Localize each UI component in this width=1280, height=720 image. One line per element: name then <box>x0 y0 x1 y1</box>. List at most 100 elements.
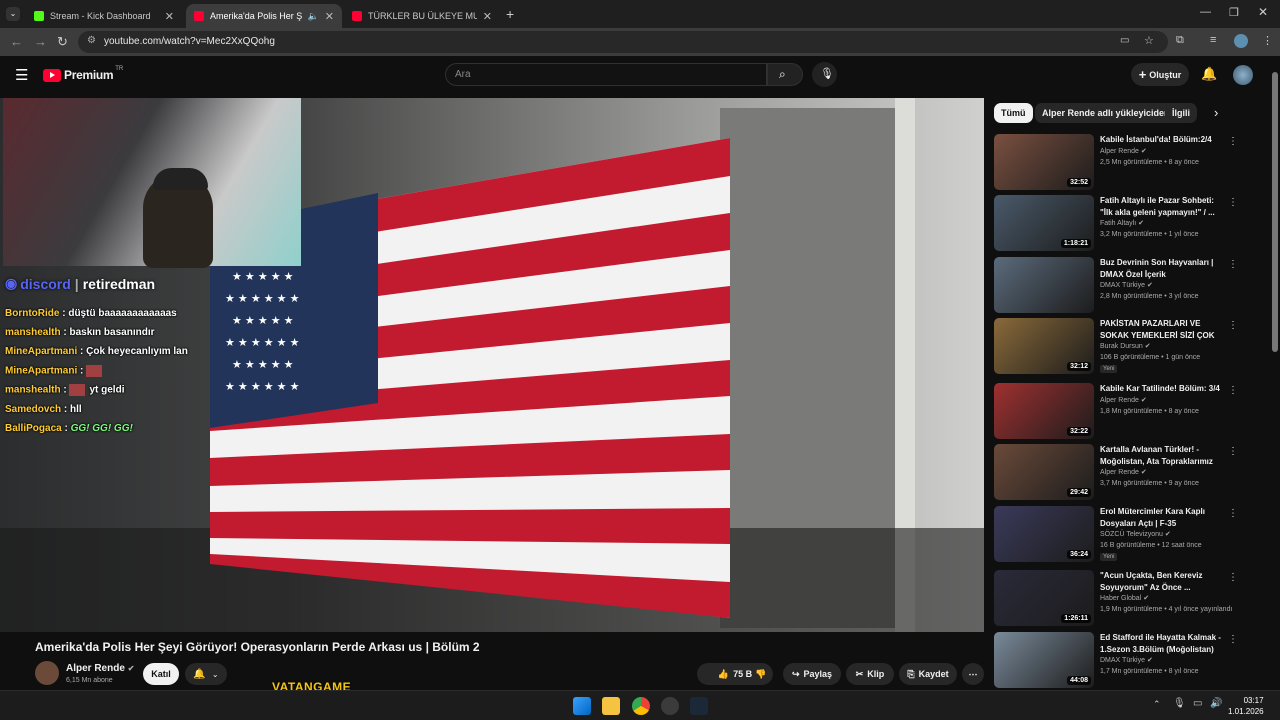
recommended-channel[interactable]: DMAX Türkiye ✔ <box>1100 281 1153 289</box>
tab-kick-dashboard[interactable]: Stream - Kick Dashboard ✕ <box>26 4 182 28</box>
recommended-video-title[interactable]: "Acun Uçakta, Ben Kereviz Soyuyorum" Az … <box>1100 570 1222 594</box>
recommended-channel[interactable]: Alper Rende ✔ <box>1100 468 1147 476</box>
file-explorer-icon[interactable] <box>602 697 620 715</box>
back-icon[interactable]: ← <box>10 34 23 49</box>
join-button[interactable]: Katıl <box>143 663 179 685</box>
profile-avatar[interactable] <box>1234 34 1248 48</box>
video-thumbnail[interactable]: 44:08 <box>994 632 1094 688</box>
youtube-logo[interactable]: Premium TR <box>43 66 123 82</box>
chip-from-uploader[interactable]: Alper Rende adlı yükleyiciden <box>1035 103 1177 123</box>
recommended-video[interactable]: 29:42 Kartalla Avlanan Türkler! - Moğoli… <box>994 444 1244 502</box>
close-icon[interactable]: ✕ <box>165 10 174 23</box>
extensions-icon[interactable]: ⧉ <box>1176 34 1184 47</box>
create-button[interactable]: + Oluştur <box>1131 63 1189 86</box>
search-input[interactable]: Ara <box>445 63 767 86</box>
recommended-video[interactable]: 36:24 Erol Mütercimler Kara Kaplı Dosyal… <box>994 506 1244 564</box>
user-avatar[interactable] <box>1233 65 1253 85</box>
recommended-video[interactable]: 32:12 PAKİSTAN PAZARLARI VE SOKAK YEMEKL… <box>994 318 1244 376</box>
recommended-channel[interactable]: Alper Rende ✔ <box>1100 396 1147 404</box>
url-text[interactable]: youtube.com/watch?v=Mec2XxQQohg <box>104 36 275 47</box>
minimize-icon[interactable]: — <box>1200 6 1211 18</box>
dislike-button[interactable]: 👎 <box>746 663 776 685</box>
cast-icon[interactable]: ▭ <box>1120 35 1129 46</box>
chip-related[interactable]: İlgili <box>1165 103 1197 123</box>
scrollbar-thumb[interactable] <box>1272 72 1278 352</box>
video-thumbnail[interactable]: 32:22 <box>994 383 1094 439</box>
save-button[interactable]: ⎘ Kaydet <box>899 663 957 685</box>
more-vertical-icon[interactable]: ⋮ <box>1228 320 1238 331</box>
close-icon[interactable]: ✕ <box>483 10 492 23</box>
recommended-video[interactable]: 32:52 Kabile İstanbul'da! Bölüm:2/4 Alpe… <box>994 134 1244 192</box>
new-tab-icon[interactable]: + <box>506 6 514 22</box>
more-vertical-icon[interactable]: ⋮ <box>1228 508 1238 519</box>
network-icon[interactable]: ▭ <box>1193 698 1202 709</box>
window-close-icon[interactable]: ✕ <box>1258 5 1268 19</box>
recommended-video[interactable]: Buz Devrinin Son Hayvanları | DMAX Özel … <box>994 257 1244 315</box>
more-vertical-icon[interactable]: ⋮ <box>1228 446 1238 457</box>
clip-button[interactable]: ✂ Klip <box>846 663 894 685</box>
recommended-video-title[interactable]: Erol Mütercimler Kara Kaplı Dosyaları Aç… <box>1100 506 1222 530</box>
recommended-channel[interactable]: Fatih Altaylı ✔ <box>1100 219 1144 227</box>
more-vertical-icon[interactable]: ⋮ <box>1228 634 1238 645</box>
windows-start-icon[interactable] <box>573 697 591 715</box>
channel-name[interactable]: Alper Rende ✔ <box>66 663 134 674</box>
video-thumbnail[interactable]: 1:26:11 <box>994 570 1094 626</box>
channel-avatar[interactable] <box>35 661 59 685</box>
tab-youtube-turkler[interactable]: TÜRKLER BU ÜLKEYE MUTLAKA ✕ <box>344 4 500 28</box>
chevron-up-icon[interactable]: ⌃ <box>1153 699 1161 710</box>
close-icon[interactable]: ✕ <box>325 10 334 23</box>
restore-icon[interactable]: ❐ <box>1229 6 1239 19</box>
recommended-video-title[interactable]: PAKİSTAN PAZARLARI VE SOKAK YEMEKLERİ Sİ… <box>1100 318 1222 342</box>
hamburger-menu-icon[interactable]: ☰ <box>15 66 28 84</box>
recommended-video[interactable]: 1:18:21 Fatih Altaylı ile Pazar Sohbeti:… <box>994 195 1244 253</box>
recommended-video-title[interactable]: Kabile Kar Tatilinde! Bölüm: 3/4 <box>1100 383 1222 395</box>
recommended-channel[interactable]: SÖZCÜ Televizyonu ✔ <box>1100 530 1171 538</box>
volume-icon[interactable]: 🔊 <box>1210 698 1222 709</box>
recommended-video-title[interactable]: Ed Stafford ile Hayatta Kalmak - 1.Sezon… <box>1100 632 1222 656</box>
omnibox[interactable]: ⚙ youtube.com/watch?v=Mec2XxQQohg ▭ ☆ <box>78 31 1168 53</box>
more-vertical-icon[interactable]: ⋮ <box>1228 572 1238 583</box>
more-vertical-icon[interactable]: ⋮ <box>1228 136 1238 147</box>
menu-kebab-icon[interactable]: ⋮ <box>1262 34 1273 47</box>
reading-list-icon[interactable]: ≡ <box>1210 34 1216 46</box>
voice-search-button[interactable]: 🎙 <box>812 62 837 87</box>
site-info-icon[interactable]: ⚙ <box>87 35 96 46</box>
recommended-video-title[interactable]: Kabile İstanbul'da! Bölüm:2/4 <box>1100 134 1222 146</box>
recommended-channel[interactable]: Haber Global ✔ <box>1100 594 1149 602</box>
page-scrollbar[interactable] <box>1270 56 1280 690</box>
steam-icon[interactable] <box>690 697 708 715</box>
recommended-channel[interactable]: DMAX Türkiye ✔ <box>1100 656 1153 664</box>
bookmark-star-icon[interactable]: ☆ <box>1144 34 1154 47</box>
subscribe-bell-button[interactable]: 🔔 ⌄ <box>185 663 227 685</box>
recommended-channel[interactable]: Alper Rende ✔ <box>1100 147 1147 155</box>
tab-search-icon[interactable]: ⌄ <box>6 7 20 21</box>
more-actions-button[interactable]: ⋯ <box>962 663 984 685</box>
recommended-video-title[interactable]: Fatih Altaylı ile Pazar Sohbeti: "İlk ak… <box>1100 195 1222 219</box>
recommended-video[interactable]: 44:08 Ed Stafford ile Hayatta Kalmak - 1… <box>994 632 1244 690</box>
tab-youtube-video[interactable]: Amerika'da Polis Her Şeyi G 🔈 ✕ <box>186 4 342 28</box>
app-icon[interactable] <box>661 697 679 715</box>
video-thumbnail[interactable]: 32:12 <box>994 318 1094 374</box>
speaker-icon[interactable]: 🔈 <box>308 11 319 22</box>
more-vertical-icon[interactable]: ⋮ <box>1228 197 1238 208</box>
forward-icon[interactable]: → <box>34 34 47 49</box>
recommended-video[interactable]: 1:26:11 "Acun Uçakta, Ben Kereviz Soyuyo… <box>994 570 1244 628</box>
chip-all[interactable]: Tümü <box>994 103 1033 123</box>
recommended-video-title[interactable]: Kartalla Avlanan Türkler! - Moğolistan, … <box>1100 444 1222 468</box>
recommended-video[interactable]: 32:22 Kabile Kar Tatilinde! Bölüm: 3/4 A… <box>994 383 1244 441</box>
chrome-icon[interactable] <box>632 697 650 715</box>
recommended-video-title[interactable]: Buz Devrinin Son Hayvanları | DMAX Özel … <box>1100 257 1222 281</box>
more-vertical-icon[interactable]: ⋮ <box>1228 385 1238 396</box>
notifications-bell-icon[interactable]: 🔔 <box>1201 66 1217 82</box>
more-vertical-icon[interactable]: ⋮ <box>1228 259 1238 270</box>
video-thumbnail[interactable]: 36:24 <box>994 506 1094 562</box>
video-thumbnail[interactable]: 29:42 <box>994 444 1094 500</box>
recommended-channel[interactable]: Burak Dursun ✔ <box>1100 342 1151 350</box>
video-thumbnail[interactable]: 1:18:21 <box>994 195 1094 251</box>
share-button[interactable]: ↪ Paylaş <box>783 663 841 685</box>
microphone-tray-icon[interactable]: 🎙 <box>1173 698 1186 709</box>
video-thumbnail[interactable] <box>994 257 1094 313</box>
reload-icon[interactable]: ↻ <box>57 34 68 50</box>
search-button[interactable]: ⌕ <box>767 63 803 86</box>
video-thumbnail[interactable]: 32:52 <box>994 134 1094 190</box>
